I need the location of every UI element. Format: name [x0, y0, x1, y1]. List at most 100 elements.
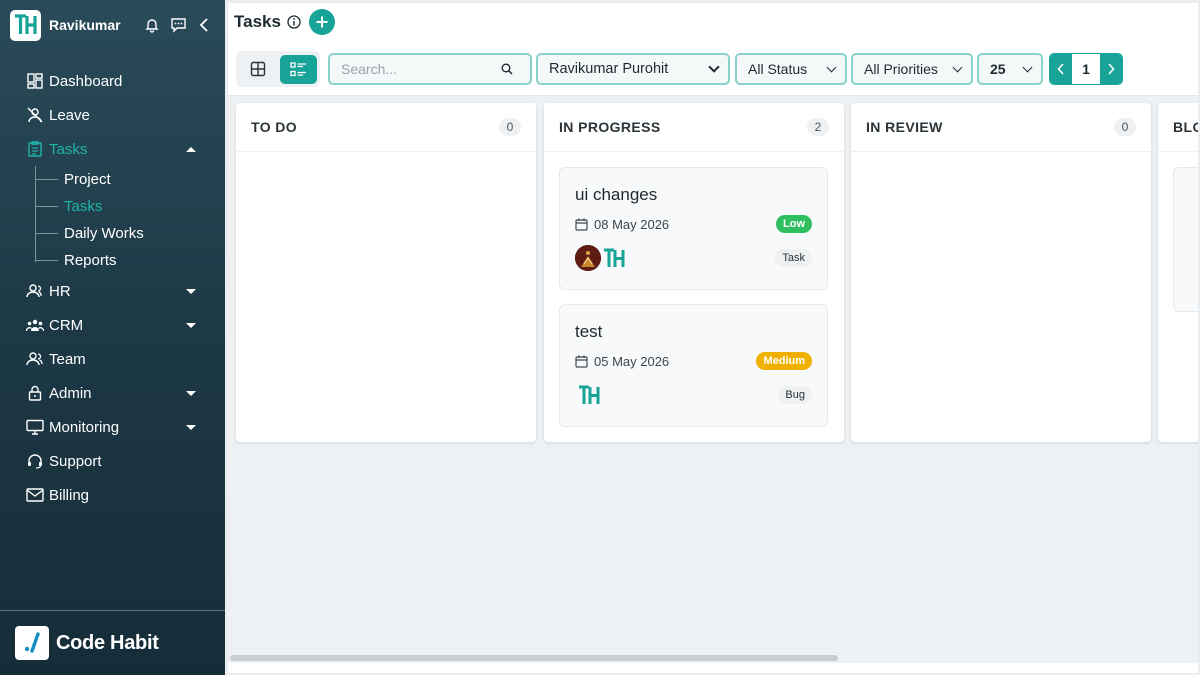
th-logo-icon[interactable] — [10, 9, 41, 41]
assignee-value: Ravikumar Purohit — [549, 61, 669, 77]
chevron-right-icon — [1108, 63, 1115, 75]
chevron-left-icon — [1057, 63, 1064, 75]
chevron-down-icon — [1022, 62, 1033, 72]
view-toggle-group — [236, 51, 320, 87]
next-page-button[interactable] — [1100, 54, 1122, 84]
chevron-down-icon — [186, 424, 196, 430]
task-card[interactable]: ui changes 08 May 2026 Low Task — [559, 167, 828, 290]
column-title: IN PROGRESS — [559, 119, 661, 135]
task-due-date: 08 May 2026 — [594, 216, 670, 232]
column-title: BLOCKED — [1173, 119, 1198, 135]
task-type-tag: Task — [775, 249, 812, 267]
status-value: All Status — [748, 61, 808, 77]
page-size-value: 25 — [990, 61, 1006, 77]
sidebar-item-label: Admin — [49, 384, 92, 402]
list-view-icon — [290, 61, 306, 76]
search-field[interactable] — [328, 53, 532, 85]
sidebar-item-label: Support — [49, 452, 102, 470]
page-header: Tasks — [228, 3, 1198, 41]
th-avatar-icon[interactable] — [577, 383, 601, 407]
column-todo: TO DO 0 — [236, 103, 536, 442]
kanban-view-button[interactable] — [280, 54, 317, 84]
task-type-tag: Bug — [778, 386, 812, 404]
user-photo-icon — [575, 245, 601, 271]
current-page[interactable]: 1 — [1072, 54, 1100, 84]
task-meta-row: 05 May 2026 Medium — [575, 352, 812, 370]
status-select[interactable]: All Status — [735, 53, 847, 85]
lock-icon — [26, 384, 44, 402]
sidebar-item-hr[interactable]: HR — [0, 274, 225, 308]
page-title: Tasks — [234, 12, 281, 31]
page-size-select[interactable]: 25 — [977, 53, 1043, 85]
task-toolbar: Ravikumar Purohit All Status All Priorit… — [236, 51, 1123, 87]
sidebar-subitem-label: Project — [64, 171, 111, 188]
priority-badge: Low — [776, 215, 812, 233]
task-card[interactable]: test 05 May 2026 Medium Bug — [559, 304, 828, 427]
sidebar-item-admin[interactable]: Admin — [0, 376, 225, 410]
sidebar-subitem-project[interactable]: Project — [36, 166, 225, 193]
chevron-down-icon — [186, 390, 196, 396]
th-avatar-icon[interactable] — [602, 246, 626, 270]
column-in-progress: IN PROGRESS 2 ui changes 08 May 2026 Low — [544, 103, 844, 442]
search-icon — [501, 63, 513, 75]
tasks-icon — [26, 140, 44, 158]
chevron-down-icon — [186, 322, 196, 328]
chat-icon[interactable] — [167, 14, 189, 36]
sidebar-nav: Dashboard Leave Tasks Project Tasks Dail… — [0, 64, 225, 512]
sidebar-item-label: Team — [49, 350, 86, 368]
grid-view-button[interactable] — [239, 55, 276, 84]
prev-page-button[interactable] — [1050, 54, 1072, 84]
column-header: IN REVIEW 0 — [851, 103, 1151, 152]
sidebar-item-dashboard[interactable]: Dashboard — [0, 64, 225, 98]
pagination: 1 — [1049, 53, 1123, 85]
task-due-date: 05 May 2026 — [594, 353, 670, 369]
sidebar-item-crm[interactable]: CRM — [0, 308, 225, 342]
sidebar-item-label: Dashboard — [49, 72, 123, 90]
search-input[interactable] — [341, 61, 501, 77]
sidebar-item-label: Billing — [49, 486, 90, 504]
chevron-up-icon — [186, 146, 196, 152]
plus-icon — [316, 16, 328, 28]
calendar-icon — [575, 218, 588, 231]
horizontal-scrollbar[interactable] — [230, 655, 838, 661]
collapse-sidebar-icon[interactable] — [193, 14, 215, 36]
avatar[interactable] — [575, 245, 601, 271]
chevron-down-icon — [826, 62, 837, 72]
sidebar-item-label: HR — [49, 282, 71, 300]
add-task-button[interactable] — [308, 9, 335, 35]
column-count-badge: 0 — [499, 118, 521, 136]
sidebar-item-monitoring[interactable]: Monitoring — [0, 410, 225, 444]
column-count-badge: 2 — [807, 118, 829, 136]
code-habit-logo-icon — [15, 626, 49, 660]
sidebar-item-team[interactable]: Team — [0, 342, 225, 376]
grid-icon — [250, 61, 265, 77]
task-card[interactable] — [1173, 167, 1198, 312]
brand-footer: Code Habit — [0, 610, 225, 675]
kanban-board: TO DO 0 IN PROGRESS 2 ui changes 08 May … — [228, 95, 1198, 663]
user-name: Ravikumar — [49, 17, 121, 33]
sidebar-item-leave[interactable]: Leave — [0, 98, 225, 132]
sidebar-header: Ravikumar — [0, 0, 225, 50]
sidebar: Ravikumar Dashboard Leave Tasks Project … — [0, 0, 225, 675]
calendar-icon — [575, 355, 588, 368]
sidebar-subitem-tasks[interactable]: Tasks — [36, 193, 225, 220]
priority-select[interactable]: All Priorities — [851, 53, 973, 85]
sidebar-subitem-reports[interactable]: Reports — [36, 247, 225, 274]
sidebar-subitem-daily-works[interactable]: Daily Works — [36, 220, 225, 247]
info-icon[interactable] — [287, 15, 301, 29]
task-footer: Bug — [575, 380, 812, 410]
team-icon — [26, 350, 44, 368]
sidebar-item-support[interactable]: Support — [0, 444, 225, 478]
sidebar-item-label: Tasks — [49, 140, 88, 158]
assignee-select[interactable]: Ravikumar Purohit — [536, 53, 730, 85]
column-header: TO DO 0 — [236, 103, 536, 152]
hr-icon — [26, 282, 44, 300]
chevron-down-icon — [708, 61, 720, 73]
sidebar-item-billing[interactable]: Billing — [0, 478, 225, 512]
dashboard-icon — [26, 72, 44, 90]
sidebar-item-label: Leave — [49, 106, 90, 124]
monitor-icon — [26, 418, 44, 436]
bell-icon[interactable] — [141, 14, 163, 36]
sidebar-item-tasks[interactable]: Tasks — [0, 132, 225, 166]
main-content: Tasks Ravikumar Purohit All Status — [228, 3, 1198, 673]
